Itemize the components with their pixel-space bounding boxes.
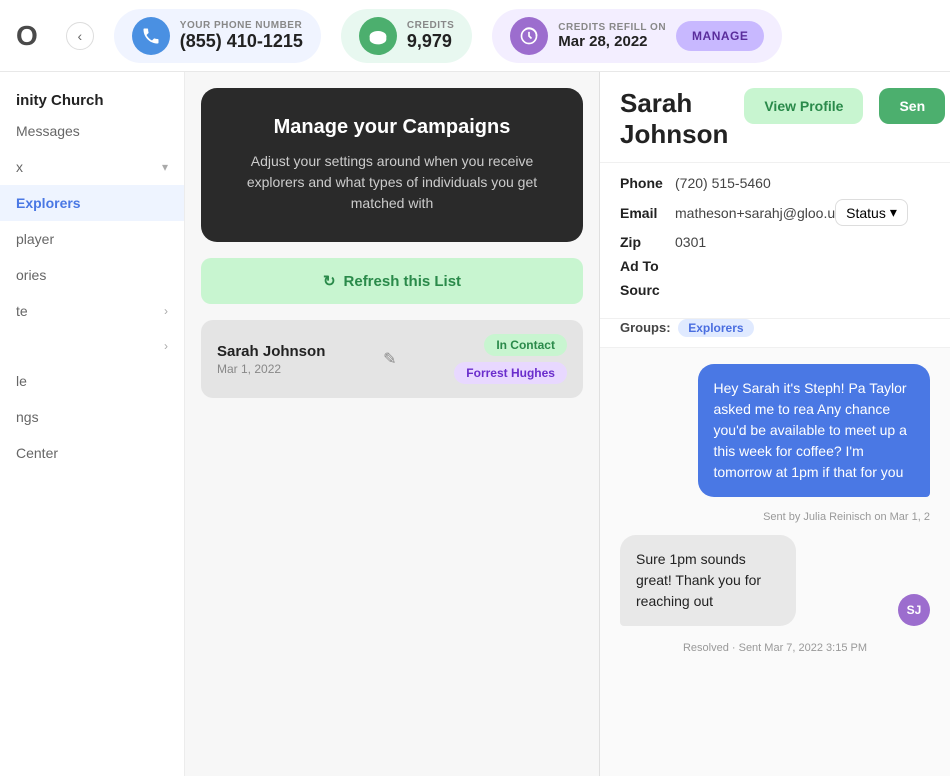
- source-field-label: Sourc: [620, 282, 675, 298]
- top-bar: O ‹ YOUR PHONE NUMBER (855) 410-1215 CRE…: [0, 0, 950, 72]
- manage-button[interactable]: MANAGE: [676, 21, 764, 51]
- phone-field-value: (720) 515-5460: [675, 175, 771, 191]
- sidebar-item-messages[interactable]: Messages: [0, 113, 184, 149]
- email-field-value: matheson+sarahj@gloo.u: [675, 205, 835, 221]
- refill-pill: CREDITS REFILL ON Mar 28, 2022 MANAGE: [492, 9, 782, 63]
- sidebar-item-ories[interactable]: ories: [0, 257, 184, 293]
- email-field-label: Email: [620, 205, 675, 221]
- phone-label: YOUR PHONE NUMBER: [180, 20, 303, 31]
- sidebar-item-blank[interactable]: ›: [0, 329, 184, 363]
- credits-icon: [359, 17, 397, 55]
- status-dropdown[interactable]: Status ▾: [835, 199, 908, 226]
- edit-icon[interactable]: ✎: [383, 349, 396, 369]
- in-contact-badge: In Contact: [484, 334, 567, 356]
- avatar: SJ: [898, 594, 930, 626]
- zip-detail-row: Zip 0301: [620, 234, 930, 250]
- message-incoming: Sure 1pm sounds great! Thank you for rea…: [620, 535, 796, 626]
- sidebar-item-te[interactable]: te ›: [0, 293, 184, 329]
- contact-badges: In Contact Forrest Hughes: [454, 334, 567, 384]
- adto-field-label: Ad To: [620, 258, 675, 274]
- contact-date: Mar 1, 2022: [217, 362, 325, 376]
- credits-value: 9,979: [407, 31, 454, 52]
- sidebar-item-le[interactable]: le: [0, 363, 184, 399]
- email-detail-row: Email matheson+sarahj@gloo.u Status ▾: [620, 199, 930, 226]
- sidebar-org: inity Church: [0, 84, 184, 113]
- back-button[interactable]: ‹: [66, 22, 94, 50]
- credits-pill: CREDITS 9,979: [341, 9, 472, 63]
- sidebar-item-ngs[interactable]: ngs: [0, 399, 184, 435]
- phone-icon: [132, 17, 170, 55]
- refresh-label: Refresh this List: [344, 273, 462, 290]
- logo: O: [16, 20, 38, 52]
- chat-row-incoming: Sure 1pm sounds great! Thank you for rea…: [620, 535, 930, 626]
- refill-date: Mar 28, 2022: [558, 33, 666, 50]
- middle-panel: Manage your Campaigns Adjust your settin…: [185, 72, 600, 776]
- groups-row: Groups: Explorers: [600, 319, 950, 348]
- send-button[interactable]: Sen: [879, 88, 945, 124]
- chat-area: Hey Sarah it's Steph! Pa Taylor asked me…: [600, 348, 950, 776]
- sidebar: inity Church Messages x ▾ Explorers play…: [0, 72, 185, 776]
- campaign-card: Manage your Campaigns Adjust your settin…: [201, 88, 583, 242]
- right-panel: Sarah Johnson View Profile Sen Phone (72…: [600, 72, 950, 776]
- phone-field-label: Phone: [620, 175, 675, 191]
- zip-field-label: Zip: [620, 234, 675, 250]
- sidebar-item-x[interactable]: x ▾: [0, 149, 184, 185]
- sidebar-item-explorers[interactable]: Explorers: [0, 185, 184, 221]
- refresh-list-button[interactable]: ↻ Refresh this List: [201, 258, 583, 304]
- profile-header: Sarah Johnson View Profile Sen: [600, 72, 950, 163]
- groups-value: Explorers: [678, 319, 753, 337]
- zip-field-value: 0301: [675, 234, 706, 250]
- adto-detail-row: Ad To: [620, 258, 930, 274]
- phone-pill: YOUR PHONE NUMBER (855) 410-1215: [114, 9, 321, 63]
- main-area: inity Church Messages x ▾ Explorers play…: [0, 72, 950, 776]
- refill-icon: [510, 17, 548, 55]
- chevron-right-icon: ›: [164, 304, 168, 318]
- sidebar-item-center[interactable]: Center: [0, 435, 184, 471]
- campaign-title: Manage your Campaigns: [225, 116, 559, 139]
- sidebar-item-player[interactable]: player: [0, 221, 184, 257]
- view-profile-button[interactable]: View Profile: [744, 88, 863, 124]
- profile-details: Phone (720) 515-5460 Email matheson+sara…: [600, 163, 950, 319]
- agent-badge: Forrest Hughes: [454, 362, 567, 384]
- status-label: Status: [846, 205, 886, 221]
- contact-name: Sarah Johnson: [217, 343, 325, 360]
- phone-detail-row: Phone (720) 515-5460: [620, 175, 930, 191]
- phone-number: (855) 410-1215: [180, 31, 303, 52]
- chevron-down-icon: ▾: [162, 160, 168, 174]
- profile-name: Sarah Johnson: [620, 88, 728, 150]
- refresh-icon: ↻: [323, 272, 336, 290]
- contact-card[interactable]: Sarah Johnson Mar 1, 2022 ✎ In Contact F…: [201, 320, 583, 398]
- groups-label: Groups:: [620, 320, 671, 335]
- credits-label: CREDITS: [407, 20, 454, 31]
- message-outgoing: Hey Sarah it's Steph! Pa Taylor asked me…: [698, 364, 931, 497]
- message-outgoing-meta: Sent by Julia Reinisch on Mar 1, 2: [620, 511, 930, 523]
- campaign-description: Adjust your settings around when you rec…: [225, 151, 559, 214]
- resolved-status: Resolved · Sent Mar 7, 2022 3:15 PM: [620, 638, 930, 658]
- refill-label: CREDITS REFILL ON: [558, 22, 666, 33]
- source-detail-row: Sourc: [620, 282, 930, 298]
- chevron-right-icon-2: ›: [164, 339, 168, 353]
- chevron-dropdown-icon: ▾: [890, 204, 897, 221]
- contact-info: Sarah Johnson Mar 1, 2022: [217, 343, 325, 376]
